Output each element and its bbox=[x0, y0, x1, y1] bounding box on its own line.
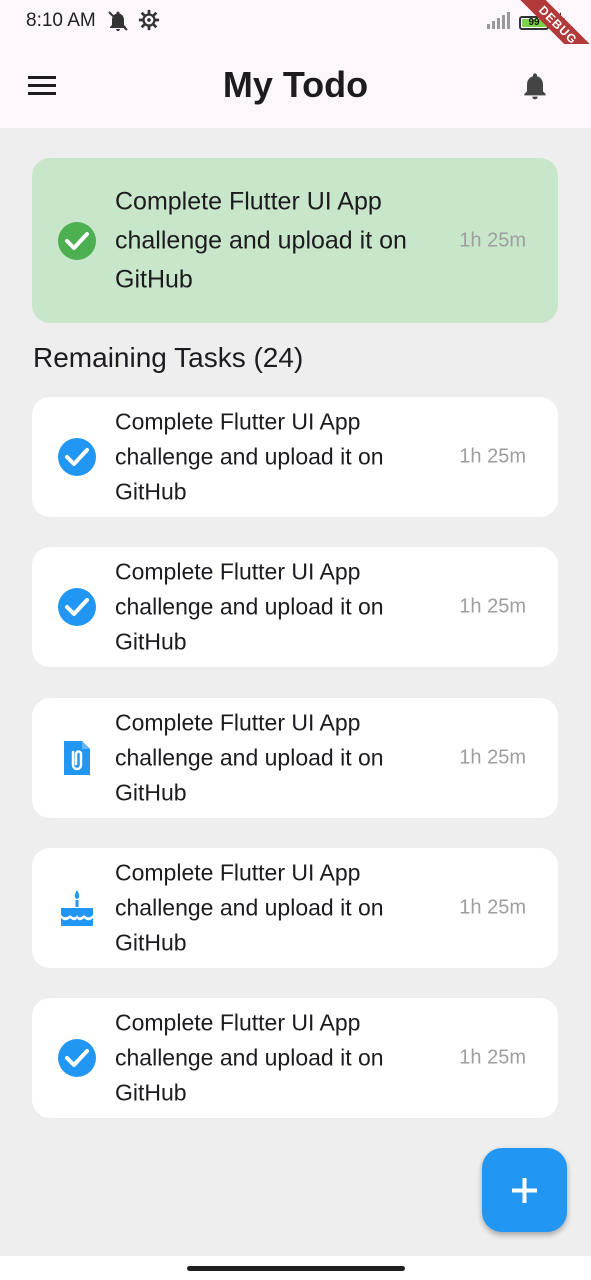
task-card[interactable]: Complete Flutter UI App challenge and up… bbox=[32, 698, 558, 818]
check-circle-icon bbox=[57, 221, 97, 261]
notifications-off-icon bbox=[106, 9, 130, 38]
system-nav-bar bbox=[0, 1256, 591, 1280]
home-indicator[interactable] bbox=[187, 1266, 405, 1271]
task-text: Complete Flutter UI App challenge and up… bbox=[115, 709, 384, 806]
status-icons-left bbox=[106, 9, 160, 38]
task-text: Complete Flutter UI App challenge and up… bbox=[115, 859, 384, 956]
task-text: Complete Flutter UI App challenge and up… bbox=[115, 558, 384, 655]
signal-icon bbox=[487, 11, 513, 34]
task-duration: 1h 25m bbox=[459, 595, 526, 618]
status-bar: 8:10 AM 99 bbox=[0, 0, 591, 44]
task-duration: 1h 25m bbox=[459, 229, 526, 251]
app-bar: My Todo bbox=[0, 44, 591, 128]
task-card[interactable]: Complete Flutter UI App challenge and up… bbox=[32, 998, 558, 1118]
add-icon bbox=[512, 1178, 537, 1203]
task-text: Complete Flutter UI App challenge and up… bbox=[115, 187, 407, 293]
task-duration: 1h 25m bbox=[459, 445, 526, 468]
check-circle-icon bbox=[57, 1038, 97, 1078]
task-duration: 1h 25m bbox=[459, 1046, 526, 1069]
cake-icon bbox=[57, 888, 97, 928]
settings-icon bbox=[138, 9, 160, 38]
bell-icon bbox=[524, 73, 546, 100]
task-card[interactable]: Complete Flutter UI App challenge and up… bbox=[32, 547, 558, 667]
task-text: Complete Flutter UI App challenge and up… bbox=[115, 1009, 384, 1106]
task-card[interactable]: Complete Flutter UI App challenge and up… bbox=[32, 397, 558, 517]
status-time: 8:10 AM bbox=[26, 10, 96, 31]
page-title: My Todo bbox=[222, 64, 369, 105]
notifications-button[interactable] bbox=[519, 70, 551, 102]
highlight-task-card[interactable]: Complete Flutter UI App challenge and up… bbox=[32, 158, 558, 323]
check-circle-icon bbox=[57, 437, 97, 477]
attachment-file-icon bbox=[57, 738, 97, 778]
section-heading: Remaining Tasks (24) bbox=[33, 342, 304, 373]
task-text: Complete Flutter UI App challenge and up… bbox=[115, 408, 384, 505]
check-circle-icon bbox=[57, 587, 97, 627]
add-task-button[interactable] bbox=[482, 1148, 567, 1232]
task-duration: 1h 25m bbox=[459, 896, 526, 919]
task-duration: 1h 25m bbox=[459, 746, 526, 769]
task-card[interactable]: Complete Flutter UI App challenge and up… bbox=[32, 848, 558, 968]
